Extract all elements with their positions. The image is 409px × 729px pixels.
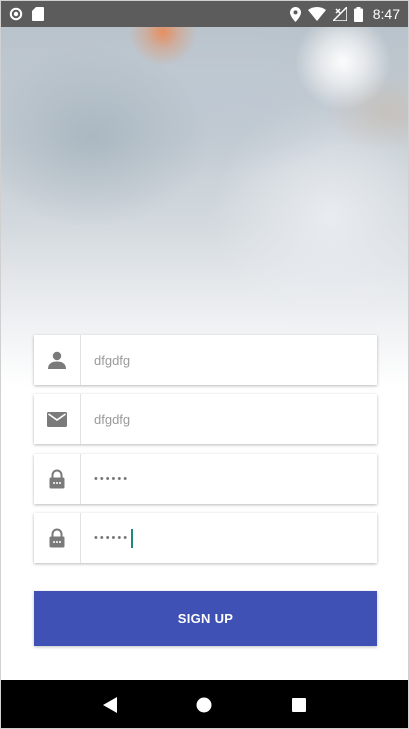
recents-icon[interactable] [292,698,307,712]
lock-icon [34,513,81,563]
email-input[interactable]: dfgdfg [81,394,377,444]
person-icon [34,335,81,385]
password-input[interactable]: •••••• [81,454,377,504]
username-input[interactable]: dfgdfg [81,335,377,385]
home-icon[interactable] [196,697,212,713]
navigation-bar [1,680,408,728]
confirm-password-field[interactable]: •••••• [34,513,377,563]
text-cursor [131,528,134,548]
confirm-password-input[interactable]: •••••• [81,513,377,563]
email-field[interactable]: dfgdfg [34,394,377,444]
confirm-password-value: •••••• [94,532,130,544]
lock-icon [34,454,81,504]
status-time: 8:47 [372,6,400,22]
mail-icon [34,394,81,444]
sd-card-icon [32,7,44,21]
status-bar: 8:47 [1,1,408,27]
battery-icon [353,6,363,22]
signup-button[interactable]: SIGN UP [34,591,377,646]
circle-notification-icon [9,7,23,21]
location-icon [289,6,301,22]
username-field[interactable]: dfgdfg [34,335,377,385]
header-background-image [1,27,408,387]
app-screen: 8:47 dfgdfg dfgdfg •••••• •••••• SIGN UP [0,0,409,729]
wifi-icon [307,7,326,21]
back-icon[interactable] [102,697,117,713]
no-signal-icon [332,7,347,21]
password-field[interactable]: •••••• [34,454,377,504]
